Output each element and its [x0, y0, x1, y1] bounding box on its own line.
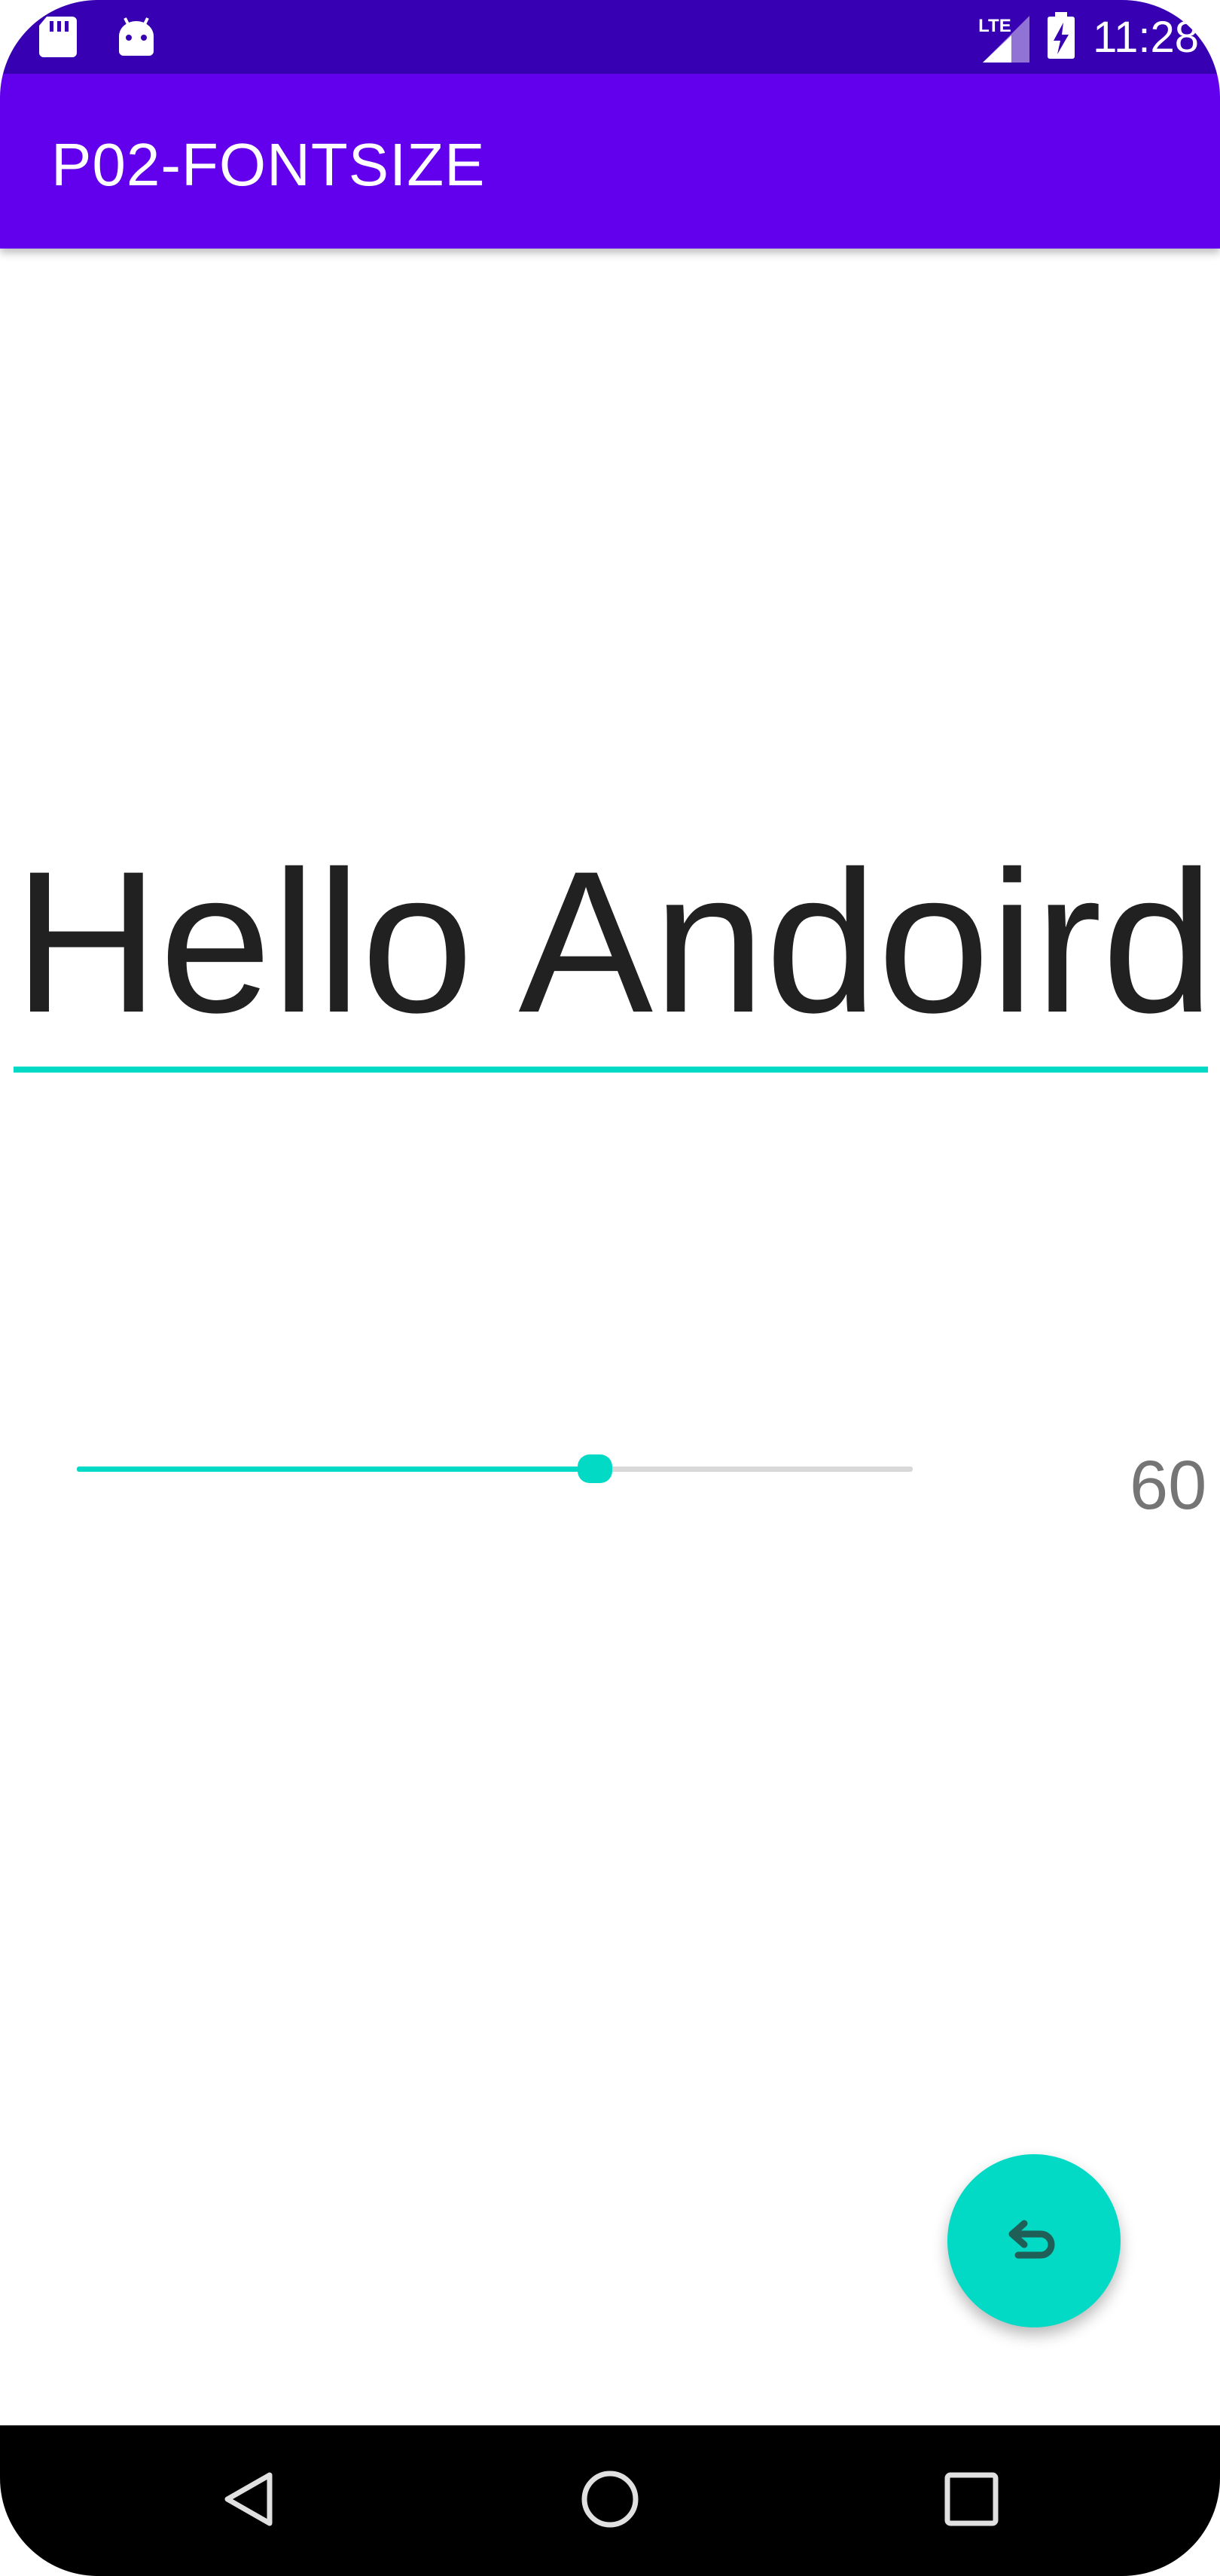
status-time: 11:28 — [1093, 12, 1199, 62]
edit-text-underline — [14, 1067, 1208, 1073]
nav-recents-button[interactable] — [896, 2425, 1047, 2576]
status-bar: LTE 11:28 — [0, 0, 1220, 74]
font-size-value: 60 — [1130, 1447, 1207, 1524]
signal-icon: LTE — [978, 13, 1030, 63]
status-system-icons: LTE 11:28 — [978, 11, 1199, 64]
hello-text-input[interactable] — [14, 844, 1208, 1039]
seekbar-thumb[interactable] — [578, 1454, 612, 1483]
home-circle-icon — [579, 2468, 641, 2534]
app-title: P02-FONTSIZE — [51, 131, 486, 198]
status-notification-icons — [38, 14, 157, 63]
back-triangle-icon — [220, 2469, 280, 2533]
seekbar-progress — [77, 1467, 595, 1472]
navigation-bar — [0, 2425, 1220, 2576]
battery-charging-icon — [1046, 11, 1076, 64]
recents-square-icon — [943, 2471, 1000, 2532]
network-type-label: LTE — [978, 15, 1011, 36]
phone-screen: LTE 11:28 P02-FONTSIZE Hello Andoird! 60 — [0, 0, 1220, 2576]
app-bar: P02-FONTSIZE — [0, 74, 1220, 249]
nav-back-button[interactable] — [175, 2425, 325, 2576]
font-size-seekbar[interactable] — [77, 1454, 913, 1484]
reset-fab[interactable] — [947, 2154, 1121, 2327]
android-icon — [116, 14, 157, 63]
sd-card-icon — [38, 14, 78, 63]
undo-icon — [1002, 2207, 1066, 2275]
hello-edit-text[interactable] — [14, 844, 1208, 1073]
nav-home-button[interactable] — [535, 2425, 685, 2576]
